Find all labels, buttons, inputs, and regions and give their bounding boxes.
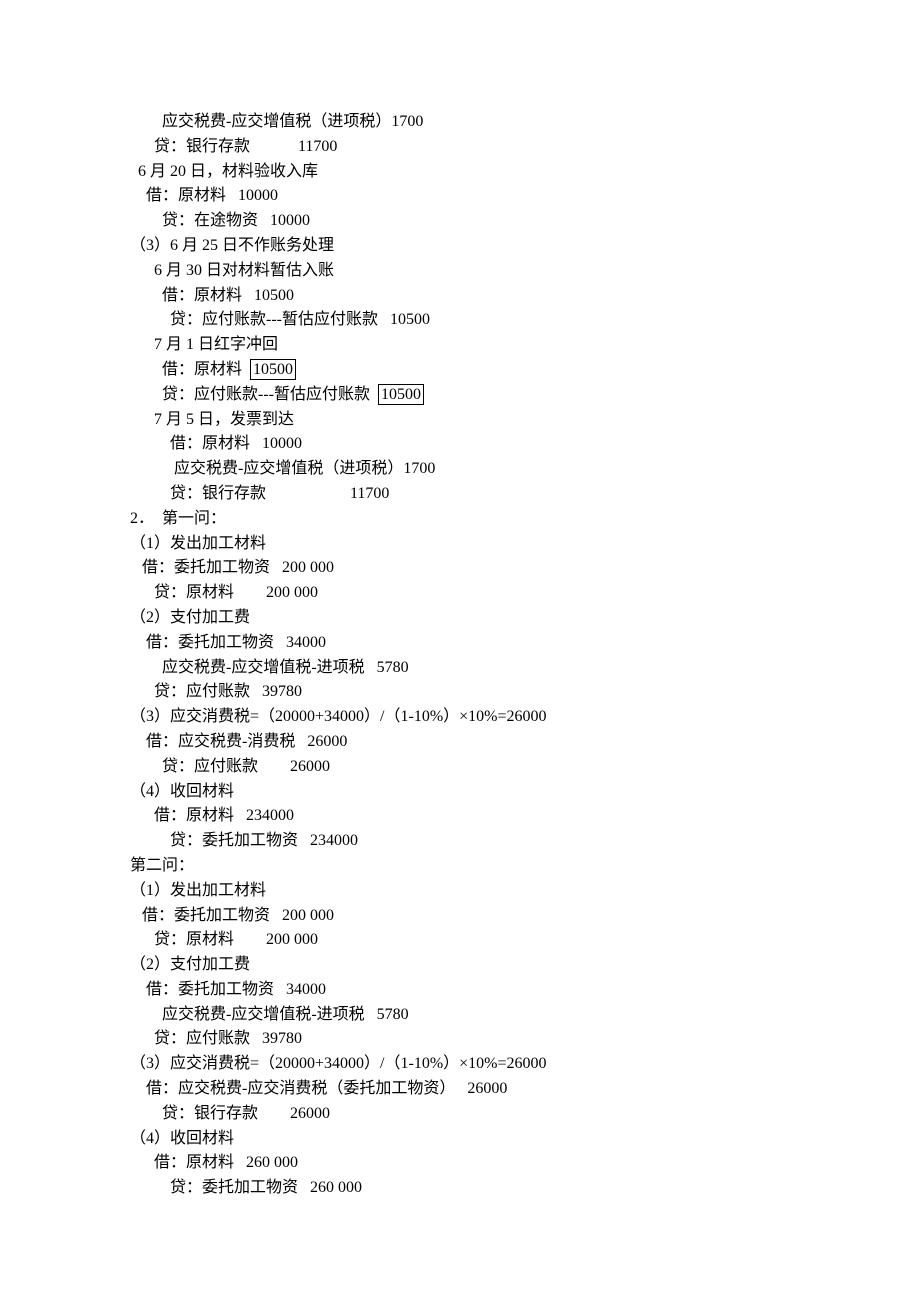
text-line: 贷：应付账款 39780	[130, 1027, 880, 1052]
boxed-value: 10500	[250, 359, 296, 380]
text-line: 借：原材料 234000	[130, 804, 880, 829]
text-line: 应交税费-应交增值税（进项税）1700	[130, 457, 880, 482]
text-line: （2）支付加工费	[130, 606, 880, 631]
text-line: 贷：应付账款---暂估应付账款 10500	[130, 308, 880, 333]
text-line: （3）应交消费税=（20000+34000）/（1-10%）×10%=26000	[130, 1052, 880, 1077]
text-line: 第二问：	[130, 854, 880, 879]
text-line: 应交税费-应交增值税-进项税 5780	[130, 1003, 880, 1028]
text-line: 贷：原材料 200 000	[130, 581, 880, 606]
text-line: 应交税费-应交增值税-进项税 5780	[130, 656, 880, 681]
text-line: 贷：应付账款---暂估应付账款 10500	[130, 383, 880, 408]
text-line: 借：委托加工物资 34000	[130, 978, 880, 1003]
text-line: 7 月 1 日红字冲回	[130, 333, 880, 358]
text-line: 贷：委托加工物资 260 000	[130, 1176, 880, 1201]
text-line: 借：原材料 10000	[130, 432, 880, 457]
text-line: 借：应交税费-应交消费税（委托加工物资） 26000	[130, 1077, 880, 1102]
text-line: 借：原材料 260 000	[130, 1151, 880, 1176]
text-line: （1）发出加工材料	[130, 879, 880, 904]
text-line: 6 月 30 日对材料暂估入账	[130, 259, 880, 284]
text-line: 借：委托加工物资 200 000	[130, 556, 880, 581]
text-line: （4）收回材料	[130, 1127, 880, 1152]
text-line: 借：委托加工物资 200 000	[130, 904, 880, 929]
document-page: 应交税费-应交增值税（进项税）1700 贷：银行存款 11700 6 月 20 …	[0, 0, 920, 1302]
text-line: 2． 第一问：	[130, 507, 880, 532]
text-line: 贷：应付账款 26000	[130, 755, 880, 780]
text-line: （3）6 月 25 日不作账务处理	[130, 234, 880, 259]
text-line: 7 月 5 日，发票到达	[130, 408, 880, 433]
text-line: 贷：原材料 200 000	[130, 928, 880, 953]
text-line: 贷：银行存款 11700	[130, 135, 880, 160]
text-line: （3）应交消费税=（20000+34000）/（1-10%）×10%=26000	[130, 705, 880, 730]
text-line: 贷：银行存款 26000	[130, 1102, 880, 1127]
text-line: 贷：在途物资 10000	[130, 209, 880, 234]
text-line: 借：原材料 10000	[130, 184, 880, 209]
text-line: 借：原材料 10500	[130, 284, 880, 309]
text-line: （2）支付加工费	[130, 953, 880, 978]
text-line: （4）收回材料	[130, 780, 880, 805]
text-line: （1）发出加工材料	[130, 532, 880, 557]
text-line: 6 月 20 日，材料验收入库	[130, 160, 880, 185]
text-line: 贷：委托加工物资 234000	[130, 829, 880, 854]
text-line: 借：委托加工物资 34000	[130, 631, 880, 656]
text-line: 贷：银行存款 11700	[130, 482, 880, 507]
text-line: 贷：应付账款 39780	[130, 680, 880, 705]
boxed-value: 10500	[378, 384, 424, 405]
text-line: 借：原材料 10500	[130, 358, 880, 383]
text-line: 应交税费-应交增值税（进项税）1700	[130, 110, 880, 135]
text-line: 借：应交税费-消费税 26000	[130, 730, 880, 755]
document-content: 应交税费-应交增值税（进项税）1700 贷：银行存款 11700 6 月 20 …	[130, 110, 880, 1201]
